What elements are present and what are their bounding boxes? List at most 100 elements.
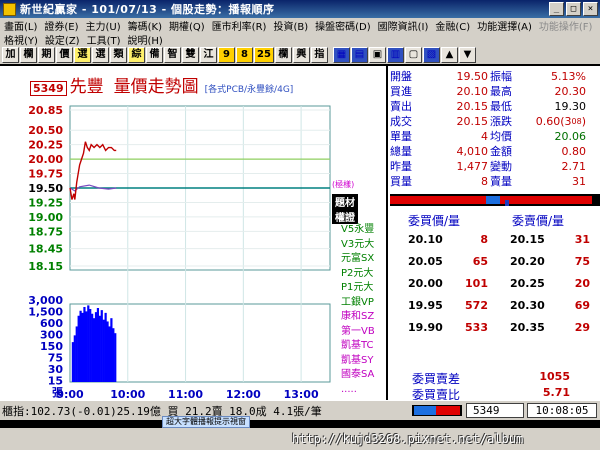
price-tick-label: 20.00: [28, 153, 63, 166]
broker-item[interactable]: 康和SZ: [341, 311, 374, 323]
orderbook-row: 19.95 572 20.30 69: [390, 296, 600, 316]
quote-value: 20.15: [456, 100, 489, 113]
toolbar-button-index[interactable]: 指: [310, 47, 328, 63]
buy-sell-strength-bar: [390, 194, 600, 206]
toolbar-button-price[interactable]: 價: [56, 47, 73, 63]
broker-item[interactable]: 凱基TC: [341, 340, 374, 352]
toolbar-icon-news[interactable]: ▣: [368, 47, 386, 63]
toolbar-button-25[interactable]: 25: [254, 47, 274, 63]
menu-trading-code[interactable]: 操盤密碼(D): [315, 18, 371, 33]
bid-volume: 8: [480, 233, 488, 246]
bid-header: 委買價/量: [408, 214, 461, 228]
toolbar-icon-tv[interactable]: ▢: [404, 47, 422, 63]
broker-item[interactable]: 第一VB: [341, 326, 375, 338]
quote-label: 成交: [390, 115, 412, 128]
minimize-button[interactable]: _: [549, 2, 564, 16]
tooltip: 超大字體播報提示視窗: [162, 416, 250, 428]
toolbar-button-jiang[interactable]: 江: [200, 47, 217, 63]
topic-tag[interactable]: 題材: [332, 194, 358, 209]
toolbar-button-add[interactable]: 加: [2, 47, 19, 63]
quote-label: 昨量: [390, 160, 412, 173]
toolbar-button-9[interactable]: 9: [218, 47, 235, 63]
warrant-tag[interactable]: 權證: [332, 209, 358, 224]
bid-price: 20.00: [408, 277, 443, 290]
toolbar-icon-arrow-up[interactable]: ▲: [440, 47, 458, 63]
stock-code-input[interactable]: 5349: [466, 403, 524, 418]
toolbar-icon-window[interactable]: ▥: [386, 47, 404, 63]
broker-item[interactable]: V3元大: [341, 239, 374, 251]
toolbar-button-select[interactable]: 選: [74, 47, 91, 63]
menu-help[interactable]: 說明(H): [128, 32, 163, 47]
quote-label: 最高: [490, 85, 512, 98]
toolbar-icon-chart[interactable]: ▦: [332, 47, 350, 63]
price-tick-label: 18.75: [28, 225, 63, 238]
menu-main-force[interactable]: 主力(U): [86, 18, 121, 33]
toolbar-button-smart[interactable]: 智: [164, 47, 181, 63]
toolbar-button-composite[interactable]: 綜: [128, 47, 145, 63]
quote-value: 20.15: [456, 115, 489, 128]
broker-item[interactable]: .....: [341, 384, 357, 396]
maximize-button[interactable]: □: [566, 2, 581, 16]
menu-chips[interactable]: 籌碼(K): [128, 18, 162, 33]
menu-view[interactable]: 格視(Y): [4, 32, 38, 47]
menu-function-operate[interactable]: 功能操作(F): [539, 18, 593, 33]
ask-price: 20.20: [510, 255, 545, 268]
broker-item[interactable]: 國泰SA: [341, 369, 374, 381]
quote-label: 金額: [490, 145, 512, 158]
toolbar-button-prosper[interactable]: 興: [292, 47, 310, 63]
menu-securities[interactable]: 證券(E): [44, 18, 78, 33]
quote-value: 1,477: [456, 160, 489, 173]
toolbar-button-category[interactable]: 類: [110, 47, 127, 63]
menu-settings[interactable]: 設定(Z): [45, 32, 80, 47]
ask-volume: 69: [574, 299, 590, 312]
menu-international[interactable]: 國際資訊(I): [378, 18, 429, 33]
quote-value-text: 19.30: [554, 100, 587, 113]
menu-function-select[interactable]: 功能選擇(A): [477, 18, 532, 33]
broker-item[interactable]: 元富SX: [341, 253, 374, 265]
quote-row: 買進 20.10 最高 20.30: [390, 86, 600, 98]
broker-item[interactable]: 凱基SY: [341, 355, 373, 367]
close-button[interactable]: ×: [583, 2, 598, 16]
ask-price: 20.30: [510, 299, 545, 312]
broker-item[interactable]: P1元大: [341, 282, 373, 294]
stock-code: 5349: [30, 81, 67, 96]
quote-value: 20.10: [456, 85, 489, 98]
quote-value: 4,010: [456, 145, 489, 158]
toolbar-icon-layout[interactable]: ▧: [422, 47, 440, 63]
toolbar-button-backup[interactable]: 備: [146, 47, 163, 63]
price-tick-label: 20.25: [28, 139, 63, 152]
toolbar-button-8[interactable]: 8: [236, 47, 253, 63]
orderbook-row: 19.90 533 20.35 29: [390, 318, 600, 338]
menu-finance[interactable]: 金融(C): [435, 18, 470, 33]
quote-label: 單量: [390, 130, 412, 143]
quote-label: 均價: [490, 130, 512, 143]
status-bar: 櫃指:102.73(-0.01)25.19億 買 21.2賣 18.0成 4.1…: [0, 400, 600, 420]
menu-tools[interactable]: 工具(T): [87, 32, 121, 47]
quote-row: 昨量 1,477 變動 2.71: [390, 161, 600, 173]
quote-label: 總量: [390, 145, 412, 158]
main-area: 20.85 20.50 20.25 20.00 19.75 19.50 19.25 19.00…: [0, 64, 600, 402]
toolbar-button-column-2[interactable]: 欄: [274, 47, 292, 63]
toolbar-button-column[interactable]: 欄: [20, 47, 37, 63]
quote-row: 買量 8 賣量 31: [390, 176, 600, 188]
quote-row: 成交 20.15 漲跌 0.60(308): [390, 116, 600, 128]
chart-subtitle: [各式PCB/永豐餘/4G]: [204, 85, 294, 95]
menu-options[interactable]: 期權(Q): [169, 18, 205, 33]
quote-label: 最低: [490, 100, 512, 113]
price-tick-label: 19.25: [28, 196, 63, 209]
toolbar-button-double[interactable]: 雙: [182, 47, 199, 63]
menu-screen[interactable]: 畫面(L): [4, 18, 37, 33]
menu-fx-rates[interactable]: 匯市利率(R): [212, 18, 267, 33]
broker-item[interactable]: 工銀VP: [341, 297, 374, 309]
toolbar-button-select-2[interactable]: 選: [92, 47, 109, 63]
toolbar-icon-grid[interactable]: ▤: [350, 47, 368, 63]
broker-item[interactable]: V5永豐: [341, 224, 374, 236]
price-tick-label: 20.85: [28, 104, 63, 117]
quote-value: 19.30: [555, 101, 587, 113]
menu-invest[interactable]: 投資(B): [273, 18, 308, 33]
toolbar-icon-arrow-down[interactable]: ▼: [458, 47, 476, 63]
indicator-tag: (極樣): [332, 180, 355, 189]
quote-value: 20.06: [555, 131, 587, 143]
broker-item[interactable]: P2元大: [341, 268, 373, 280]
toolbar-button-futures[interactable]: 期: [38, 47, 55, 63]
